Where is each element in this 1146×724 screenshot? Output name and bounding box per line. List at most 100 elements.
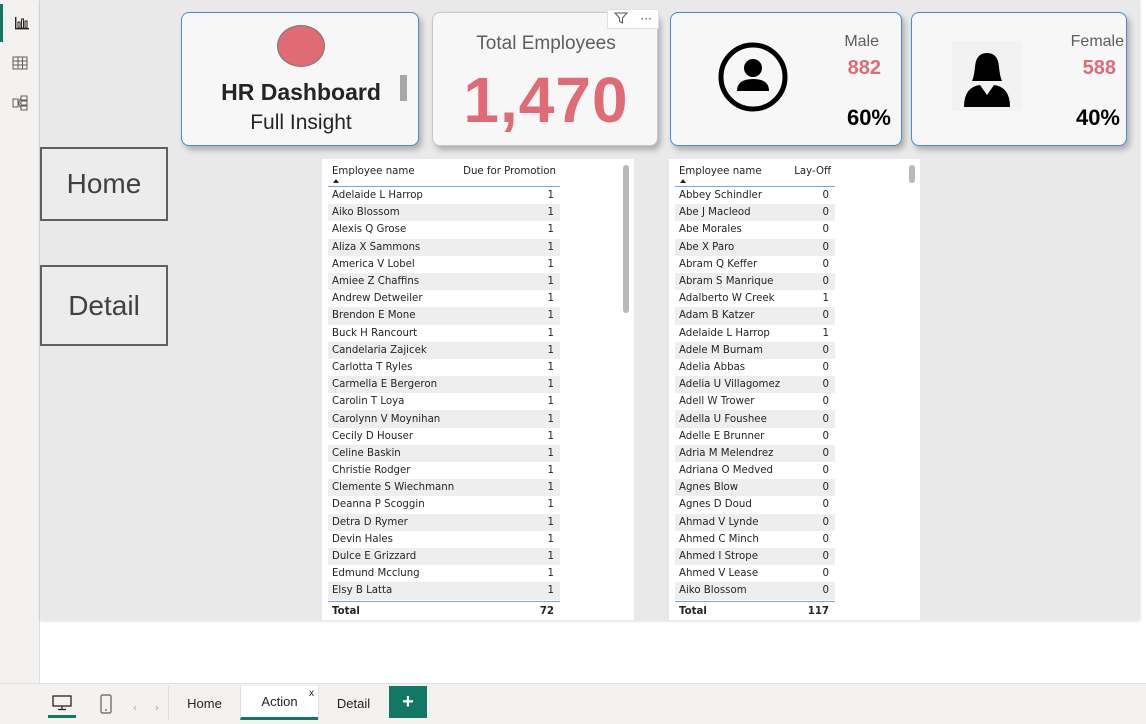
filter-icon[interactable] xyxy=(614,12,629,27)
value-cell: 1 xyxy=(547,447,554,459)
value-cell: 0 xyxy=(822,447,829,459)
value-cell: 0 xyxy=(822,379,829,391)
table-scrollbar[interactable] xyxy=(909,165,915,183)
table-view-button[interactable] xyxy=(0,44,40,82)
next-page-arrow-icon[interactable]: › xyxy=(152,694,162,722)
title-scrollbar[interactable] xyxy=(400,75,407,101)
table-row[interactable]: Agnes D Doud 0 xyxy=(675,496,835,514)
detail-nav-button[interactable]: Detail xyxy=(40,265,168,346)
title-card[interactable]: HR Dashboard Full Insight xyxy=(181,12,419,146)
promotion-table[interactable]: Employee name Due for Promotion Adelaide… xyxy=(322,159,634,620)
table-row[interactable]: Abram S Manrique 0 xyxy=(675,272,835,291)
table-row[interactable]: Adelia U Villagomez 0 xyxy=(675,376,835,394)
value-cell: 0 xyxy=(822,430,829,442)
table-row[interactable]: Elsy B Latta 1 xyxy=(328,582,560,600)
table-row[interactable]: Ahmed I Strope 0 xyxy=(675,547,835,566)
table-row[interactable]: Aliza X Sammons 1 xyxy=(328,238,560,256)
tab-home[interactable]: Home xyxy=(168,686,240,720)
table-row[interactable]: Adalberto W Creek 1 xyxy=(675,290,835,308)
report-view-button[interactable] xyxy=(0,4,40,42)
tab-detail[interactable]: Detail xyxy=(318,686,388,720)
table-row[interactable]: Aiko Blossom 1 xyxy=(328,204,560,222)
table-row[interactable]: Carolin T Loya 1 xyxy=(328,393,560,411)
mobile-layout-button[interactable] xyxy=(96,690,116,718)
value-cell: 1 xyxy=(547,190,554,202)
table-row[interactable]: Adria M Melendrez 0 xyxy=(675,444,835,462)
table-row[interactable]: Ahmad V Lynde 0 xyxy=(675,513,835,531)
table-row[interactable]: Adele M Burnam 0 xyxy=(675,341,835,359)
table-row[interactable]: Buck H Rancourt 1 xyxy=(328,324,560,342)
value-cell: 1 xyxy=(547,430,554,442)
employee-name-cell: Adelaide L Harrop xyxy=(332,190,423,202)
table-row[interactable]: Candelaria Zajicek 1 xyxy=(328,341,560,359)
table-row[interactable]: Adell W Trower 0 xyxy=(675,393,835,411)
home-nav-button[interactable]: Home xyxy=(40,147,168,221)
table-row[interactable]: Ahmed V Lease 0 xyxy=(675,565,835,583)
female-card[interactable]: Female 588 40% xyxy=(911,12,1127,146)
table-row[interactable]: Adelia Abbas 0 xyxy=(675,358,835,377)
table-row[interactable]: Carmella E Bergeron 1 xyxy=(328,376,560,394)
table-row[interactable]: Abe Morales 0 xyxy=(675,221,835,239)
employee-name-cell: Buck H Rancourt xyxy=(332,327,418,339)
table-row[interactable]: Adelle E Brunner 0 xyxy=(675,427,835,445)
table-row[interactable]: Celine Baskin 1 xyxy=(328,444,560,462)
table-row[interactable]: Amiee Z Chaffins 1 xyxy=(328,272,560,291)
employee-name-cell: Elsy B Latta xyxy=(332,585,393,597)
table-row[interactable]: Adelaide L Harrop 1 xyxy=(675,324,835,342)
male-label: Male xyxy=(844,33,879,50)
table-row[interactable]: Brendon E Mone 1 xyxy=(328,307,560,325)
table-row[interactable]: Adelaide L Harrop 1 xyxy=(328,187,560,205)
table-body: Adelaide L Harrop 1 Aiko Blossom 1 Alexis Q … xyxy=(328,187,560,600)
table-row[interactable]: Deanna P Scoggin 1 xyxy=(328,496,560,514)
table-row[interactable]: Carlotta T Ryles 1 xyxy=(328,358,560,377)
value-cell: 0 xyxy=(822,551,829,563)
model-view-button[interactable] xyxy=(0,84,40,122)
table-row[interactable]: Carolynn V Moynihan 1 xyxy=(328,410,560,428)
employee-name-cell: Detra D Rymer xyxy=(332,516,408,528)
table-row[interactable]: Alexis Q Grose 1 xyxy=(328,221,560,239)
column-header-employee-name[interactable]: Employee name xyxy=(675,163,793,177)
table-total-row: Total 72 xyxy=(328,600,560,621)
table-row[interactable]: Andrew Detweiler 1 xyxy=(328,290,560,308)
employee-name-cell: Carolynn V Moynihan xyxy=(332,413,441,425)
table-row[interactable]: Edmund Mcclung 1 xyxy=(328,565,560,583)
desktop-layout-button[interactable] xyxy=(48,690,76,718)
table-row[interactable]: Detra D Rymer 1 xyxy=(328,513,560,531)
close-icon[interactable]: x xyxy=(309,688,314,699)
table-row[interactable]: Aiko Blossom 0 xyxy=(675,582,835,600)
table-row[interactable]: Cecily D Houser 1 xyxy=(328,427,560,445)
table-row[interactable]: Agnes Blow 0 xyxy=(675,479,835,497)
table-row[interactable]: Christie Rodger 1 xyxy=(328,462,560,480)
employee-name-cell: Ahmed C Minch xyxy=(679,533,759,545)
table-row[interactable]: Devin Hales 1 xyxy=(328,530,560,548)
male-card[interactable]: Male 882 60% xyxy=(670,12,902,146)
value-cell: 1 xyxy=(547,413,554,425)
table-row[interactable]: Dulce E Grizzard 1 xyxy=(328,547,560,566)
male-percent: 60% xyxy=(846,105,891,130)
employee-name-cell: Ahmed V Lease xyxy=(679,568,759,580)
table-row[interactable]: Abbey Schindler 0 xyxy=(675,187,835,205)
table-row[interactable]: Adam B Katzer 0 xyxy=(675,307,835,325)
table-row[interactable]: Adella U Foushee 0 xyxy=(675,410,835,428)
total-employees-card[interactable]: ··· Total Employees 1,470 xyxy=(432,9,659,146)
table-row[interactable]: Ahmed C Minch 0 xyxy=(675,530,835,548)
table-row[interactable]: Abe J Macleod 0 xyxy=(675,204,835,222)
tab-action[interactable]: Action x xyxy=(240,686,318,720)
value-cell: 1 xyxy=(547,533,554,545)
column-header-lay-off[interactable]: Lay-Off xyxy=(793,163,835,177)
table-row[interactable]: Adriana O Medved 0 xyxy=(675,462,835,480)
add-page-button[interactable]: + xyxy=(389,686,427,718)
table-row[interactable]: Clemente S Wiechmann 1 xyxy=(328,479,560,497)
more-options-icon[interactable]: ··· xyxy=(640,12,651,26)
column-header-employee-name[interactable]: Employee name xyxy=(328,163,458,177)
table-row[interactable]: Abram Q Keffer 0 xyxy=(675,255,835,273)
employee-name-cell: Adelia U Villagomez xyxy=(679,379,781,391)
previous-page-arrow-icon[interactable]: ‹ xyxy=(130,694,140,722)
table-row[interactable]: Abe X Paro 0 xyxy=(675,238,835,256)
value-cell: 1 xyxy=(547,568,554,580)
table-header: Employee name Due for Promotion xyxy=(328,163,560,187)
layoff-table[interactable]: Employee name Lay-Off Abbey Schindler 0 Ab… xyxy=(669,159,920,620)
table-row[interactable]: America V Lobel 1 xyxy=(328,255,560,273)
column-header-due-for-promotion[interactable]: Due for Promotion xyxy=(458,163,560,177)
table-scrollbar[interactable] xyxy=(623,165,629,313)
